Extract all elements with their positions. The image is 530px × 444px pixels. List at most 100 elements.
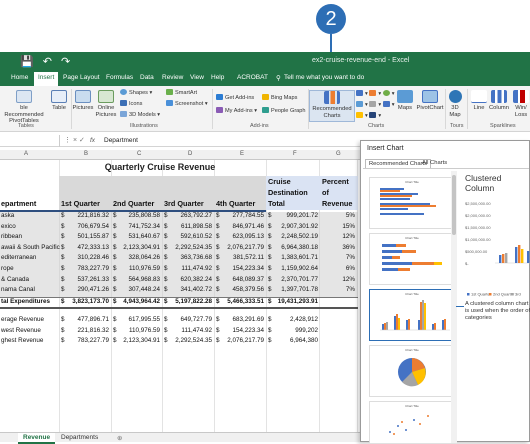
q3-cell[interactable]: 363,736.68 <box>171 254 212 261</box>
total-cell[interactable]: 2,907,301.92 <box>272 223 318 230</box>
percent-cell[interactable]: 5% <box>322 212 355 219</box>
redo-icon[interactable]: ↷ <box>61 56 70 68</box>
smartart-button[interactable]: SmartArt <box>166 89 197 96</box>
q1-cell[interactable]: 310,228.46 <box>70 254 109 261</box>
q4-cell[interactable]: 154,223.34 <box>223 265 264 272</box>
pivotchart-button[interactable]: PivotChart <box>416 90 444 112</box>
total-q3[interactable]: 5,197,822.28 <box>171 298 212 305</box>
q1-stat-cell[interactable]: 221,816.32 <box>70 327 109 334</box>
pictures-button[interactable]: Pictures <box>72 90 94 112</box>
q4-cell[interactable]: 458,379.56 <box>223 286 264 293</box>
q2-cell[interactable]: 741,752.34 <box>120 223 160 230</box>
stats-label[interactable]: erage Revenue <box>1 316 44 323</box>
header-pct-1[interactable]: Percent <box>322 177 349 186</box>
total-cell[interactable]: 999,201.72 <box>272 212 318 219</box>
q3-stat-cell[interactable]: 2,292,524.35 <box>171 337 212 344</box>
q1-cell[interactable]: 706,679.54 <box>70 223 109 230</box>
column-header-f[interactable]: F <box>293 151 297 157</box>
q4-cell[interactable]: 846,971.46 <box>223 223 264 230</box>
q2-stat-cell[interactable]: 110,976.59 <box>120 327 160 334</box>
percent-cell[interactable]: 7% <box>322 254 355 261</box>
header-q1[interactable]: 1st Quarter <box>61 199 100 208</box>
q2-cell[interactable]: 2,123,304.91 <box>120 244 160 251</box>
total-q2[interactable]: 4,943,964.42 <box>120 298 160 305</box>
sparkline-column-button[interactable]: Column <box>488 90 510 112</box>
header-department[interactable]: epartment <box>1 199 36 208</box>
department-cell[interactable]: awaii & South Pacific <box>1 244 60 251</box>
3d-models-button[interactable]: 3D Models ▾ <box>120 111 160 118</box>
bar-chart-dropdown[interactable]: ▾ ▾ ▾ <box>356 101 395 108</box>
online-pictures-button[interactable]: Online Pictures <box>95 90 117 118</box>
header-total-2[interactable]: Destination <box>268 188 308 197</box>
percent-cell[interactable]: 6% <box>322 265 355 272</box>
icons-button[interactable]: Icons <box>120 100 142 107</box>
stats-label[interactable]: west Revenue <box>1 327 41 334</box>
total-stat-cell[interactable]: 2,428,912 <box>272 316 318 323</box>
header-total-3[interactable]: Total <box>268 199 285 208</box>
q2-cell[interactable]: 328,064.26 <box>120 254 160 261</box>
tab-formulas[interactable]: Formulas <box>106 74 133 81</box>
header-total-1[interactable]: Cruise <box>268 177 291 186</box>
q3-cell[interactable]: 111,474.92 <box>171 265 212 272</box>
q3-cell[interactable]: 592,610.52 <box>171 233 212 240</box>
sparkline-line-button[interactable]: Line <box>470 90 488 112</box>
my-addins-button[interactable]: My Add-ins ▾ <box>216 107 257 114</box>
fx-icon[interactable]: fx <box>90 137 95 144</box>
q1-cell[interactable]: 783,227.79 <box>70 265 109 272</box>
tab-review[interactable]: Review <box>162 74 183 81</box>
screenshot-button[interactable]: Screenshot ▾ <box>166 100 208 107</box>
q1-stat-cell[interactable]: 783,227.79 <box>70 337 109 344</box>
percent-cell[interactable]: 15% <box>322 223 355 230</box>
q3-cell[interactable]: 341,402.72 <box>171 286 212 293</box>
total-stat-cell[interactable]: 999,202 <box>272 327 318 334</box>
q4-stat-cell[interactable]: 2,076,217.79 <box>223 337 264 344</box>
total-cell[interactable]: 2,370,701.77 <box>272 276 318 283</box>
chart-thumbnail[interactable]: Chart Title <box>369 177 453 229</box>
header-q3[interactable]: 3rd Quarter <box>164 199 204 208</box>
people-graph-button[interactable]: People Graph <box>262 107 306 114</box>
tab-view[interactable]: View <box>190 74 204 81</box>
q1-stat-cell[interactable]: 477,896.71 <box>70 316 109 323</box>
chart-thumbnail[interactable]: Chart Title <box>369 345 453 397</box>
column-header-g[interactable]: G <box>336 151 341 157</box>
column-chart-dropdown[interactable]: ▾ ▾ ▾ <box>356 90 395 97</box>
table-button[interactable]: Table <box>49 90 69 112</box>
thumbnail-scrollbar[interactable] <box>451 171 457 443</box>
q4-cell[interactable]: 648,089.37 <box>223 276 264 283</box>
percent-cell[interactable]: 7% <box>322 286 355 293</box>
column-header-d[interactable]: D <box>188 151 192 157</box>
percent-cell[interactable]: 36% <box>322 244 355 251</box>
q1-cell[interactable]: 472,333.13 <box>70 244 109 251</box>
percent-cell[interactable]: 12% <box>322 276 355 283</box>
tab-insert[interactable]: Insert <box>34 72 59 86</box>
q2-cell[interactable]: 564,968.83 <box>120 276 160 283</box>
maps-button[interactable]: Maps <box>395 90 415 112</box>
department-cell[interactable]: editerranean <box>1 254 36 261</box>
total-q4[interactable]: 5,466,333.51 <box>223 298 264 305</box>
sheet-title[interactable]: Quarterly Cruise Revenue <box>60 162 260 172</box>
header-pct-2[interactable]: of <box>322 188 329 197</box>
name-box[interactable] <box>0 135 60 147</box>
sheet-tab-revenue[interactable]: Revenue <box>18 433 56 444</box>
column-header-b[interactable]: B <box>84 151 88 157</box>
q3-cell[interactable]: 2,292,524.35 <box>171 244 212 251</box>
column-header-a[interactable]: A <box>24 151 28 157</box>
q1-cell[interactable]: 537,261.33 <box>70 276 109 283</box>
q3-stat-cell[interactable]: 111,474.92 <box>171 327 212 334</box>
total-q1[interactable]: 3,823,173.70 <box>70 298 109 305</box>
q1-cell[interactable]: 501,155.87 <box>70 233 109 240</box>
total-cell[interactable]: 1,383,601.71 <box>272 254 318 261</box>
undo-icon[interactable]: ↶ <box>43 56 52 68</box>
chart-thumbnail[interactable]: Chart Title <box>369 401 453 443</box>
q3-cell[interactable]: 620,382.24 <box>171 276 212 283</box>
recommended-pivottables-button[interactable]: ble Recommended PivotTables <box>0 90 48 125</box>
recommended-charts-button[interactable]: Recommended Charts <box>309 90 355 122</box>
q4-cell[interactable]: 2,076,217.79 <box>223 244 264 251</box>
total-cell[interactable]: 2,248,502.19 <box>272 233 318 240</box>
q2-cell[interactable]: 235,808.58 <box>120 212 160 219</box>
department-cell[interactable]: rope <box>1 265 14 272</box>
q1-cell[interactable]: 290,471.26 <box>70 286 109 293</box>
q2-cell[interactable]: 531,640.67 <box>120 233 160 240</box>
bing-maps-button[interactable]: Bing Maps <box>262 94 297 101</box>
tab-help[interactable]: Help <box>211 74 224 81</box>
